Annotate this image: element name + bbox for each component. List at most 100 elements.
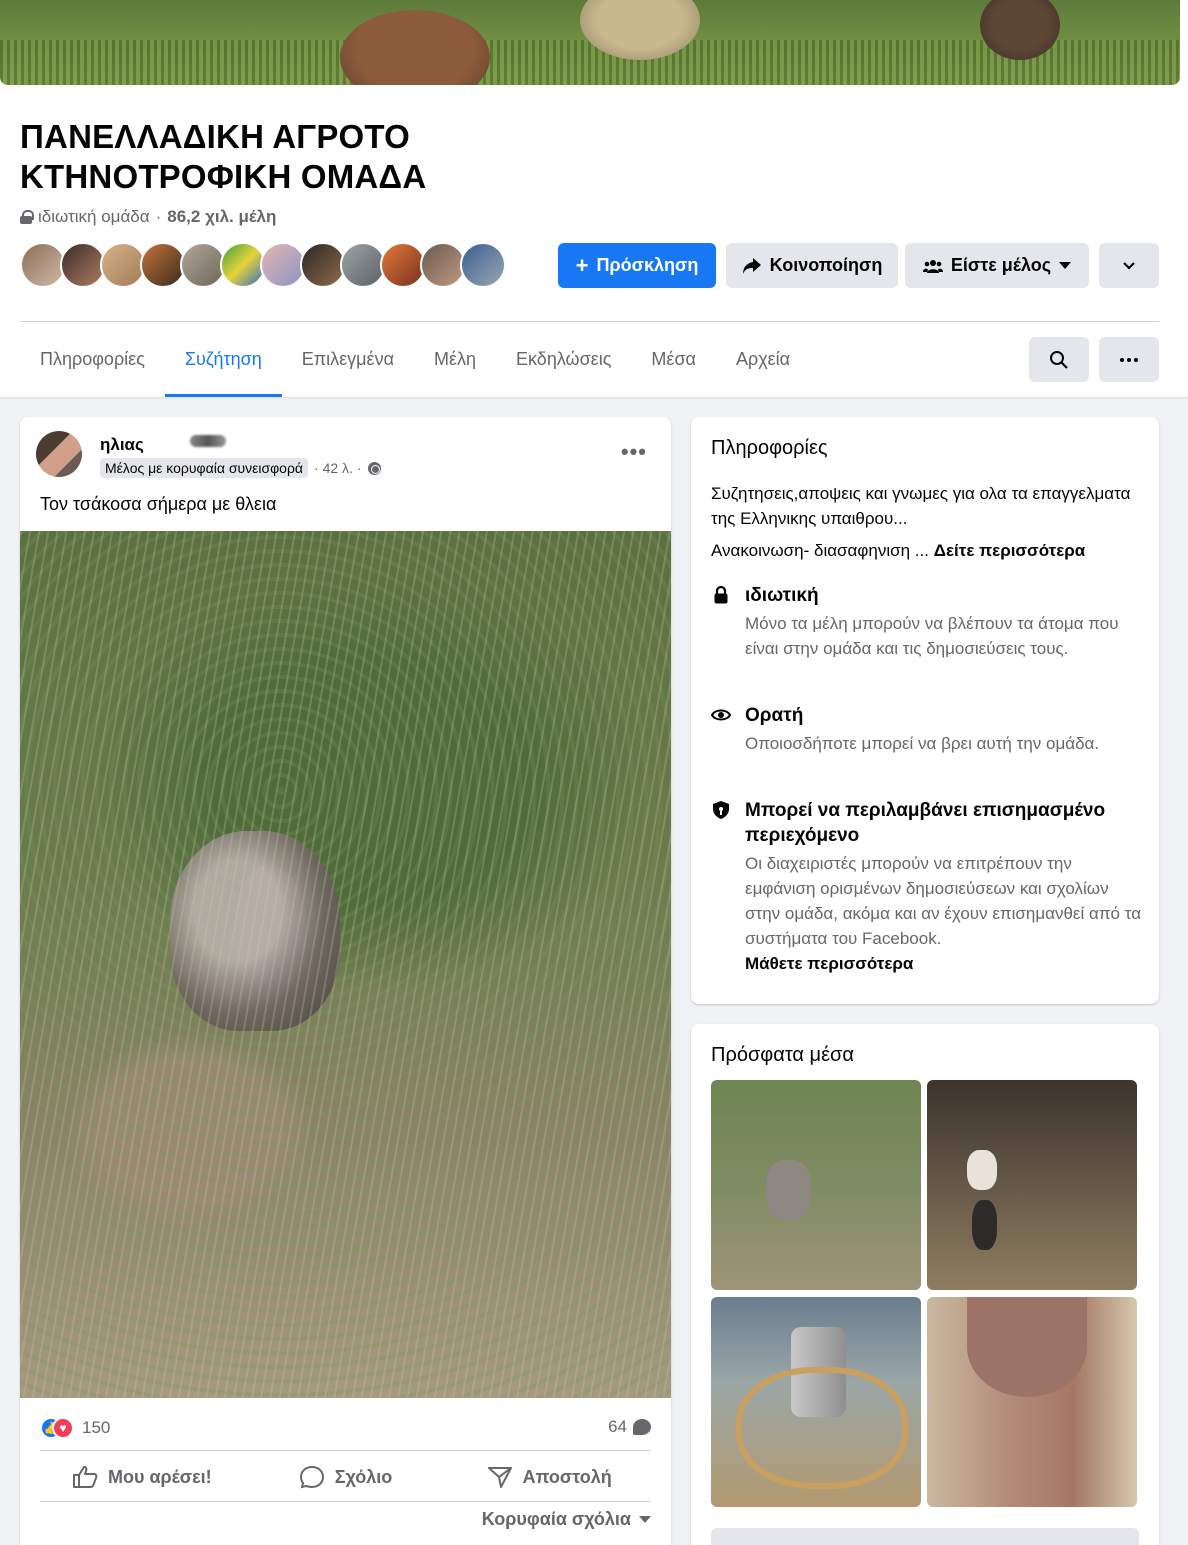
invite-label: Πρόσκληση	[596, 255, 699, 275]
thumbs-up-icon	[73, 1466, 98, 1488]
post-options-icon[interactable]: •••	[621, 439, 647, 465]
top-comments-filter[interactable]: Κορυφαία σχόλια	[482, 1509, 651, 1530]
photo-grass	[20, 531, 671, 1398]
post-time[interactable]: · 42 λ. ·	[314, 460, 361, 476]
privacy-title: ιδιωτική	[745, 585, 819, 606]
like-label: Μου αρέσει!	[108, 1466, 212, 1487]
media-thumbnail[interactable]	[711, 1080, 921, 1290]
flagged-desc: Οι διαχειριστές μπορούν να επιτρέπουν τη…	[745, 851, 1145, 976]
eye-icon	[711, 709, 731, 721]
tab-label: Εκδηλώσεις	[516, 349, 612, 369]
comment-icon	[299, 1465, 324, 1489]
tab-info[interactable]: Πληροφορίες	[20, 337, 165, 382]
post-actions: Μου αρέσει! Σχόλιο Αποστολή	[40, 1454, 651, 1500]
invite-button[interactable]: + Πρόσκληση	[558, 243, 716, 288]
tab-label: Πληροφορίες	[40, 349, 145, 369]
send-button[interactable]: Αποστολή	[447, 1454, 651, 1500]
search-icon	[1050, 350, 1068, 369]
tab-label: Αρχεία	[735, 349, 791, 369]
flagged-title: Μπορεί να περιλαμβάνει επισημασμένο περι…	[745, 800, 1106, 846]
tab-members[interactable]: Μέλη	[414, 337, 496, 382]
recent-media-card: Πρόσφατα μέσα	[691, 1024, 1159, 1545]
share-label: Κοινοποίηση	[769, 255, 883, 275]
comment-label: Σχόλιο	[334, 1466, 393, 1487]
share-button[interactable]: Κοινοποίηση	[726, 243, 898, 288]
privacy-desc: Μόνο τα μέλη μπορούν να βλέπουν τα άτομα…	[745, 614, 1119, 658]
caret-down-icon	[1059, 262, 1072, 269]
reaction-icons: 👍 ♥	[40, 1417, 74, 1439]
post-subtitle: Μέλος με κορυφαία συνεισφορά · 42 λ. ·	[100, 458, 381, 478]
post-card: ηλιας Μέλος με κορυφαία συνεισφορά · 42 …	[20, 417, 671, 1545]
member-button[interactable]: Είστε μέλος	[905, 243, 1089, 288]
see-all-media-button[interactable]	[711, 1528, 1139, 1545]
tab-discussion[interactable]: Συζήτηση	[164, 337, 282, 397]
top-comments-label: Κορυφαία σχόλια	[481, 1509, 631, 1529]
love-reaction-icon: ♥	[52, 1417, 74, 1439]
tab-label: Επιλεγμένα	[301, 349, 394, 369]
group-tabs: Πληροφορίες Συζήτηση Επιλεγμένα Μέλη Εκδ…	[20, 337, 810, 397]
like-button[interactable]: Μου αρέσει!	[40, 1454, 244, 1500]
author-badge-icon	[190, 435, 226, 447]
chevron-down-icon	[1123, 261, 1135, 270]
comment-bubble-icon	[633, 1419, 651, 1435]
recent-media-title: Πρόσφατα μέσα	[711, 1044, 854, 1066]
group-title[interactable]: ΠΑΝΕΛΛΑΔΙΚΗ ΑΓΡΟΤΟ ΚΤΗΝΟΤΡΟΦΙΚΗ ΟΜΑΔΑ	[20, 117, 540, 197]
cover-photo[interactable]	[0, 0, 1180, 85]
post-photo[interactable]	[20, 531, 671, 1398]
send-label: Αποστολή	[522, 1466, 612, 1487]
plus-icon: +	[575, 252, 589, 278]
tab-label: Συζήτηση	[184, 349, 262, 369]
announcement: Ανακοινωση- διασαφηνιση ... Δείτε περισσ…	[711, 541, 1085, 561]
flagged-desc-text: Οι διαχειριστές μπορούν να επιτρέπουν τη…	[745, 854, 1142, 948]
group-meta: ιδιωτική ομάδα · 86,2 χιλ. μέλη	[20, 207, 276, 227]
tab-label: Μέλη	[433, 349, 477, 369]
media-thumbnail[interactable]	[711, 1297, 921, 1507]
tab-featured[interactable]: Επιλεγμένα	[282, 337, 414, 382]
member-avatars[interactable]	[20, 242, 506, 288]
meta-separator: ·	[155, 207, 162, 226]
visibility-title: Ορατή	[745, 705, 804, 726]
search-button[interactable]	[1029, 337, 1089, 382]
post-text: Τον τσάκοσα σήμερα με θλεια	[40, 494, 277, 514]
avatar[interactable]	[460, 242, 506, 288]
media-thumbnail[interactable]	[927, 1297, 1137, 1507]
share-arrow-icon	[742, 257, 761, 274]
send-icon	[487, 1467, 512, 1488]
comment-button[interactable]: Σχόλιο	[244, 1454, 448, 1500]
learn-more-link[interactable]: Μάθετε περισσότερα	[745, 951, 1145, 976]
people-icon	[922, 259, 943, 273]
group-header: ΠΑΝΕΛΛΑΔΙΚΗ ΑΓΡΟΤΟ ΚΤΗΝΟΤΡΟΦΙΚΗ ΟΜΑΔΑ ιδ…	[0, 0, 1188, 397]
avatar[interactable]	[36, 431, 82, 477]
reactions-count: 150	[82, 1418, 111, 1437]
group-privacy[interactable]: ιδιωτική ομάδα	[38, 207, 150, 227]
about-title: Πληροφορίες	[711, 437, 828, 459]
comments-summary[interactable]: 64	[608, 1417, 651, 1437]
tab-events[interactable]: Εκδηλώσεις	[496, 337, 631, 382]
caret-down-icon	[639, 1516, 651, 1523]
actions-divider-bottom	[40, 1501, 651, 1502]
expand-button[interactable]	[1099, 243, 1159, 288]
post-author[interactable]: ηλιας	[100, 435, 144, 455]
header-divider	[20, 321, 1159, 322]
more-options-button[interactable]	[1099, 337, 1159, 382]
more-dots-icon	[1120, 357, 1138, 362]
audience-icon	[367, 461, 381, 475]
member-label: Είστε μέλος	[950, 255, 1052, 275]
group-members-count[interactable]: 86,2 χιλ. μέλη	[167, 207, 276, 227]
contributor-badge[interactable]: Μέλος με κορυφαία συνεισφορά	[100, 458, 309, 478]
group-description: Συζητησεις,αποψεις και γνωμες για ολα τα…	[711, 484, 1131, 528]
comments-count: 64	[608, 1417, 627, 1436]
shield-icon	[713, 801, 729, 819]
tab-files[interactable]: Αρχεία	[716, 337, 810, 382]
tab-media[interactable]: Μέσα	[631, 337, 716, 382]
cover-sheep	[340, 10, 490, 85]
lock-icon	[714, 585, 728, 604]
tab-label: Μέσα	[651, 349, 696, 369]
actions-divider-top	[40, 1450, 651, 1451]
reactions-summary[interactable]: 👍 ♥ 150	[40, 1417, 110, 1439]
about-card: Πληροφορίες Συζητησεις,αποψεις και γνωμε…	[691, 417, 1159, 1004]
media-thumbnail[interactable]	[927, 1080, 1137, 1290]
lock-icon	[20, 210, 34, 224]
visibility-desc: Οποιοσδήποτε μπορεί να βρει αυτή την ομά…	[745, 734, 1100, 753]
see-more-link[interactable]: Δείτε περισσότερα	[934, 541, 1086, 560]
